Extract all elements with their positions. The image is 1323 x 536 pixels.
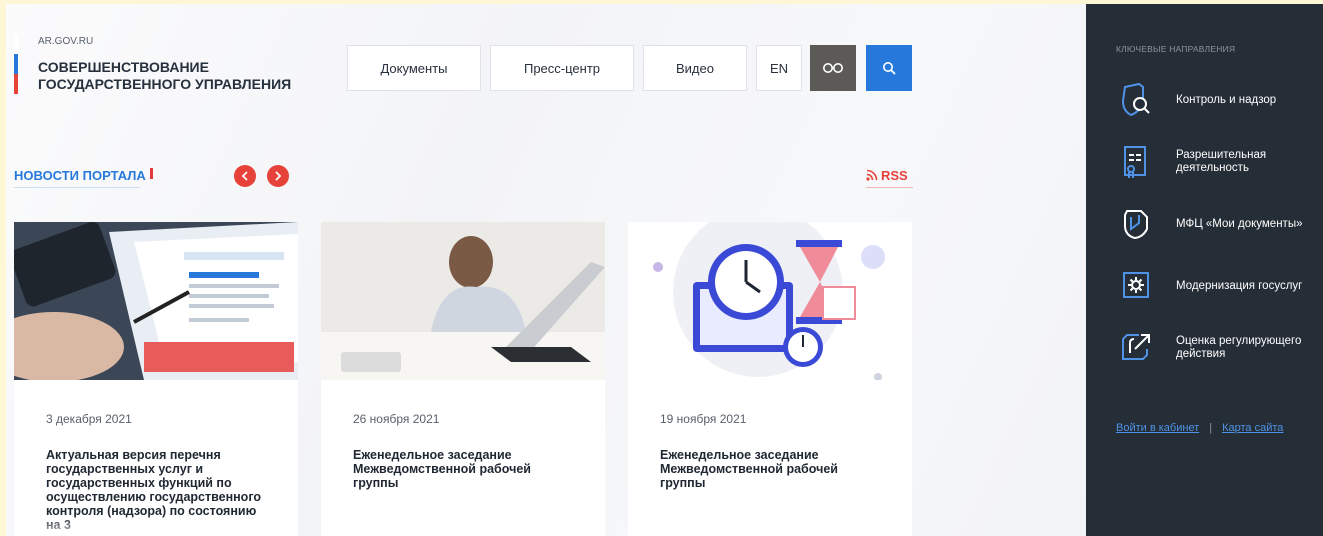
news-card-title[interactable]: Еженедельное заседание Межведомственной … — [660, 448, 880, 490]
arrow-out-icon — [1116, 328, 1156, 368]
link-separator: | — [1209, 422, 1213, 434]
sidebar-item-label: Модернизация госуслуг — [1176, 279, 1303, 292]
site-url[interactable]: AR.GOV.RU — [38, 36, 93, 47]
shield-search-icon — [1116, 80, 1156, 120]
news-card-date: 19 ноября 2021 — [660, 412, 747, 426]
site-title[interactable]: СОВЕРШЕНСТВОВАНИЕ ГОСУДАРСТВЕННОГО УПРАВ… — [38, 59, 338, 93]
gear-screen-icon — [1116, 266, 1156, 306]
news-next-button[interactable] — [267, 165, 289, 187]
sidebar-item-permits[interactable]: Разрешительная деятельность — [1116, 142, 1323, 182]
accessibility-button[interactable] — [810, 45, 856, 91]
logo-flag — [14, 34, 18, 96]
news-section-title[interactable]: НОВОСТИ ПОРТАЛА — [14, 168, 146, 183]
language-en-button[interactable]: EN — [756, 45, 802, 91]
sidebar-heading: КЛЮЧЕВЫЕ НАПРАВЛЕНИЯ — [1116, 44, 1236, 54]
news-title-marker — [150, 168, 153, 179]
news-card-title[interactable]: Еженедельное заседание Межведомственной … — [353, 448, 573, 490]
sitemap-link[interactable]: Карта сайта — [1222, 422, 1283, 434]
sidebar-item-mfc[interactable]: МФЦ «Мои документы» — [1116, 204, 1323, 244]
search-button[interactable] — [866, 45, 912, 91]
site-title-line2: ГОСУДАРСТВЕННОГО УПРАВЛЕНИЯ — [38, 76, 292, 92]
license-document-icon — [1116, 142, 1156, 182]
sidebar-item-label: Контроль и надзор — [1176, 93, 1277, 106]
rss-link[interactable]: RSS — [866, 168, 908, 183]
sidebar-item-label: МФЦ «Мои документы» — [1176, 217, 1303, 230]
search-icon — [883, 62, 896, 75]
sidebar-item-modernization[interactable]: Модернизация госуслуг — [1116, 266, 1323, 306]
news-card-date: 3 декабря 2021 — [46, 412, 132, 426]
rss-underline — [866, 187, 913, 188]
news-card-fade — [14, 516, 298, 536]
news-card[interactable]: 19 ноября 2021 Еженедельное заседание Ме… — [628, 222, 912, 536]
sidebar-footer-links: Войти в кабинет | Карта сайта — [1116, 422, 1283, 434]
glasses-icon — [823, 63, 843, 73]
site-title-line1: СОВЕРШЕНСТВОВАНИЕ — [38, 59, 209, 75]
news-card-image-laptop — [321, 222, 605, 380]
chevron-right-icon — [275, 171, 282, 181]
news-card[interactable]: 3 декабря 2021 Актуальная версия перечня… — [14, 222, 298, 536]
news-card-date: 26 ноября 2021 — [353, 412, 440, 426]
rss-label: RSS — [881, 168, 908, 183]
news-card[interactable]: 26 ноября 2021 Еженедельное заседание Ме… — [321, 222, 605, 536]
main-content: AR.GOV.RU СОВЕРШЕНСТВОВАНИЕ ГОСУДАРСТВЕН… — [6, 4, 1086, 536]
nav-documents-button[interactable]: Документы — [347, 45, 481, 91]
news-card-image-clocks — [628, 222, 912, 380]
nav-press-center-button[interactable]: Пресс-центр — [490, 45, 634, 91]
nav-video-button[interactable]: Видео — [643, 45, 747, 91]
login-link[interactable]: Войти в кабинет — [1116, 422, 1199, 434]
news-prev-button[interactable] — [234, 165, 256, 187]
sidebar-item-label: Оценка регулирующего действия — [1176, 335, 1302, 360]
sidebar-item-regulatory-assessment[interactable]: Оценка регулирующего действия — [1116, 328, 1323, 368]
news-title-underline — [14, 187, 140, 188]
sidebar-item-label: Разрешительная деятельность — [1176, 149, 1267, 174]
mfc-hand-icon — [1116, 204, 1156, 244]
rss-icon — [866, 169, 878, 181]
key-directions-sidebar: КЛЮЧЕВЫЕ НАПРАВЛЕНИЯ Контроль и надзор Р… — [1086, 4, 1323, 536]
sidebar-item-control[interactable]: Контроль и надзор — [1116, 80, 1323, 120]
chevron-left-icon — [241, 171, 248, 181]
news-card-image-tablet — [14, 222, 298, 380]
